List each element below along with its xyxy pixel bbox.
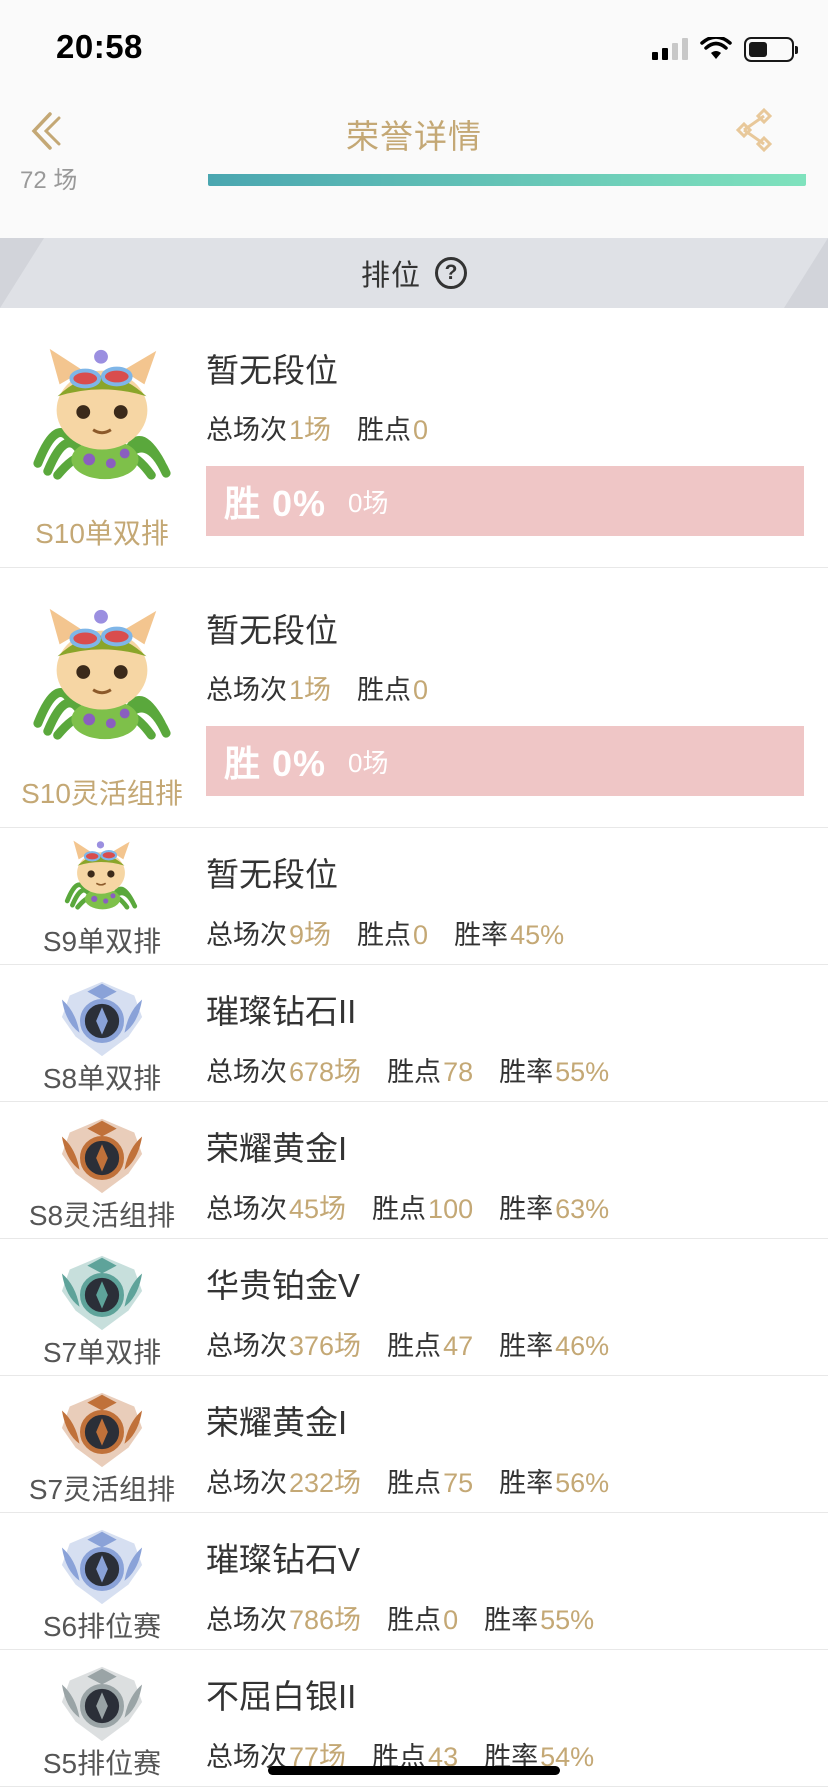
page-title: 荣誉详情 (346, 118, 482, 155)
stats-line: 总场次678场 胜点78 胜率55% (206, 1057, 610, 1087)
win-rate-box: 胜 0% 0场 (206, 726, 804, 796)
progress-bar (208, 174, 806, 186)
tier-name: 不屈白银II (206, 1678, 357, 1715)
ranked-list: S10单双排 暂无段位 总场次1场 胜点0 胜 0% 0场 S10灵活组排 暂无段… (0, 308, 828, 1787)
win-rate: 胜 0% (224, 743, 327, 784)
stats-line: 总场次376场 胜点47 胜率46% (206, 1331, 610, 1361)
gold-rank-icon (58, 1388, 146, 1472)
signal-icon (652, 38, 688, 60)
season-label: S10单双排 (35, 518, 169, 549)
list-item[interactable]: S7单双排 华贵铂金V 总场次376场 胜点47 胜率46% (0, 1239, 828, 1376)
list-item[interactable]: S10灵活组排 暂无段位 总场次1场 胜点0 胜 0% 0场 (0, 568, 828, 828)
win-rate-box: 胜 0% 0场 (206, 466, 804, 536)
tier-name: 璀璨钻石V (206, 1541, 361, 1578)
nav-bar: 荣誉详情 (0, 92, 828, 174)
win-games: 0场 (348, 487, 389, 518)
silver-rank-icon (58, 1662, 146, 1746)
battery-icon (744, 36, 798, 62)
season-label: S6排位赛 (42, 1611, 162, 1642)
season-label: S9单双排 (42, 926, 162, 957)
status-bar: 20:58 (0, 0, 828, 92)
season-label: S5排位赛 (42, 1748, 162, 1779)
stats-line: 总场次232场 胜点75 胜率56% (206, 1468, 610, 1498)
status-icons (652, 34, 798, 64)
teemo-avatar-icon (28, 344, 176, 484)
stats-line: 总场次45场 胜点100 胜率63% (206, 1194, 610, 1224)
home-indicator[interactable] (268, 1766, 560, 1775)
list-item[interactable]: S10单双排 暂无段位 总场次1场 胜点0 胜 0% 0场 (0, 308, 828, 568)
share-icon[interactable] (734, 106, 782, 154)
section-title: 排位 (360, 260, 421, 292)
diamond-rank-icon (58, 977, 146, 1061)
tier-name: 华贵铂金V (206, 1267, 361, 1304)
progress-area: 72 场 (0, 167, 828, 238)
teemo-avatar-icon (62, 838, 140, 912)
season-label: S10灵活组排 (21, 778, 183, 809)
diamond-rank-icon (58, 1525, 146, 1609)
help-icon[interactable]: ? (435, 257, 467, 289)
tier-name: 暂无段位 (206, 612, 338, 649)
list-item[interactable]: S7灵活组排 荣耀黄金I 总场次232场 胜点75 胜率56% (0, 1376, 828, 1513)
list-item[interactable]: S6排位赛 璀璨钻石V 总场次786场 胜点0 胜率55% (0, 1513, 828, 1650)
list-item[interactable]: S8单双排 璀璨钻石II 总场次678场 胜点78 胜率55% (0, 965, 828, 1102)
season-label: S7灵活组排 (28, 1474, 176, 1505)
win-rate: 胜 0% (224, 483, 327, 524)
tier-name: 荣耀黄金I (206, 1130, 348, 1167)
tier-name: 荣耀黄金I (206, 1404, 348, 1441)
season-label: S7单双排 (42, 1337, 162, 1368)
progress-label: 72 场 (20, 167, 78, 194)
list-item[interactable]: S9单双排 暂无段位 总场次9场 胜点0 胜率45% (0, 828, 828, 965)
win-games: 0场 (348, 747, 389, 778)
tier-name: 暂无段位 (206, 856, 338, 893)
stats-line: 总场次9场 胜点0 胜率45% (206, 920, 565, 950)
tier-name: 璀璨钻石II (206, 993, 357, 1030)
status-time: 20:58 (56, 28, 143, 65)
season-label: S8灵活组排 (28, 1200, 176, 1231)
list-item[interactable]: S8灵活组排 荣耀黄金I 总场次45场 胜点100 胜率63% (0, 1102, 828, 1239)
stats-line: 总场次1场 胜点0 (206, 675, 429, 705)
wifi-icon (700, 37, 732, 59)
season-label: S8单双排 (42, 1063, 162, 1094)
stats-line: 总场次1场 胜点0 (206, 415, 429, 445)
stats-line: 总场次786场 胜点0 胜率55% (206, 1605, 595, 1635)
teemo-avatar-icon (28, 604, 176, 744)
tier-name: 暂无段位 (206, 352, 338, 389)
platinum-rank-icon (58, 1251, 146, 1335)
section-header: 排位 ? (0, 238, 828, 308)
gold-rank-icon (58, 1114, 146, 1198)
